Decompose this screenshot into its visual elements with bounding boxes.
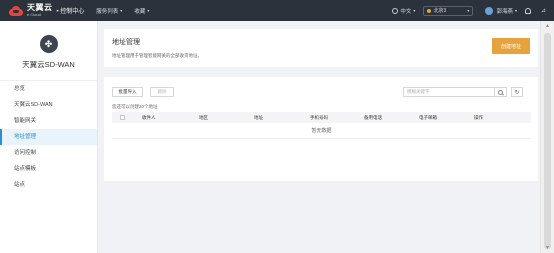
sidebar-item-site-template[interactable]: 站点模板: [0, 161, 97, 177]
sidebar-item-access-control[interactable]: 访问控制: [0, 145, 97, 161]
scroll-up-icon[interactable]: ▲: [545, 23, 550, 29]
page-title: 地址管理: [112, 39, 140, 46]
chevron-down-icon: ▾: [514, 8, 517, 13]
sidebar-menu: 总览 天翼云SD-WAN 智能网关 地址管理 访问控制 站点模板 站点: [0, 81, 97, 193]
select-all-checkbox[interactable]: [120, 115, 125, 120]
bell-icon[interactable]: [524, 7, 531, 14]
globe-icon: [392, 7, 399, 14]
sidebar: ✤ 天翼云SD-WAN 总览 天翼云SD-WAN 智能网关 地址管理 访问控制 …: [0, 21, 98, 253]
quota-text: 您还可以创建20个地址: [112, 104, 158, 109]
nav-service-list[interactable]: 服务列表 ▾: [96, 7, 122, 15]
nav-favorites[interactable]: 收藏 ▾: [134, 7, 149, 15]
console-link[interactable]: • 控制中心: [57, 6, 85, 15]
sidebar-item-site[interactable]: 站点: [0, 177, 97, 193]
cloud-logo-icon: [8, 5, 24, 16]
column-header-recipient: 收件人: [142, 115, 156, 120]
sidebar-item-overview[interactable]: 总览: [0, 81, 97, 97]
column-header-email: 电子邮箱: [419, 115, 437, 120]
chevron-down-icon: ▾: [147, 8, 150, 13]
search-icon: [498, 89, 503, 95]
page-header: 地址管理 地址管理用于管理智能网关的全部收货地址。 创建地址: [104, 29, 538, 67]
product-logo-icon: ✤: [39, 35, 58, 53]
column-header-address: 地址: [254, 115, 263, 120]
page-description: 地址管理用于管理智能网关的全部收货地址。: [112, 53, 202, 58]
column-header-region: 地区: [199, 115, 208, 120]
refresh-icon: ↻: [514, 89, 520, 96]
column-header-mobile: 手机号码: [310, 115, 328, 120]
vertical-scrollbar[interactable]: ▲ ▼: [540, 21, 554, 253]
chevron-down-icon: ▾: [120, 8, 123, 13]
delete-button[interactable]: 删除: [150, 87, 174, 97]
language-selector[interactable]: 中文 ▾: [392, 7, 415, 15]
empty-state: 暂无数据: [112, 123, 531, 139]
brand-name: 天翼云: [27, 3, 53, 12]
create-address-button[interactable]: 创建地址: [492, 38, 530, 54]
chevron-down-icon: ▾: [413, 8, 416, 13]
sidebar-item-sdwan[interactable]: 天翼云SD-WAN: [0, 97, 97, 113]
search-input[interactable]: 模糊关键字: [403, 87, 495, 97]
brand-name-en: e Cloud: [27, 12, 41, 17]
sidebar-item-address-management[interactable]: 地址管理: [0, 129, 97, 145]
column-header-actions: 操作: [474, 115, 483, 120]
column-header-backup-phone: 备用电话: [364, 115, 382, 120]
nav-favorites-label: 收藏: [134, 8, 146, 15]
user-menu[interactable]: 郭海燕 ▾: [485, 6, 517, 15]
refresh-button[interactable]: ↻: [511, 87, 523, 97]
region-label: 北京3: [433, 8, 447, 14]
address-table: 收件人 地区 地址 手机号码 备用电话 电子邮箱 操作 暂无数据: [112, 112, 531, 139]
chevron-down-icon: ▾: [467, 8, 470, 13]
top-navigation-bar: 天翼云 e Cloud • 控制中心 服务列表 ▾ 收藏 ▾ 中文 ▾ 北京3 …: [0, 0, 554, 21]
search-button[interactable]: [495, 87, 507, 97]
sidebar-item-smart-gateway[interactable]: 智能网关: [0, 113, 97, 129]
scroll-down-icon[interactable]: ▼: [545, 245, 550, 251]
rss-icon[interactable]: ⊿: [541, 7, 546, 14]
user-name: 郭海燕: [496, 8, 513, 15]
main-content: 地址管理 地址管理用于管理智能网关的全部收货地址。 创建地址 批量导入 删除 模…: [98, 21, 540, 253]
table-header: 收件人 地区 地址 手机号码 备用电话 电子邮箱 操作: [112, 112, 531, 123]
location-pin-icon: [427, 8, 432, 13]
region-selector[interactable]: 北京3 ▾: [423, 5, 474, 16]
avatar: [485, 6, 494, 15]
language-label: 中文: [400, 8, 412, 15]
batch-import-button[interactable]: 批量导入: [112, 87, 143, 97]
nav-service-list-label: 服务列表: [96, 8, 119, 15]
address-list-panel: 批量导入 删除 模糊关键字 ↻ 您还可以创建20个地址 收件人 地区 地址 手机…: [104, 77, 538, 181]
scrollbar-thumb[interactable]: [544, 33, 551, 249]
sidebar-title: 天翼云SD-WAN: [22, 60, 75, 69]
brand-logo[interactable]: 天翼云 e Cloud: [8, 4, 53, 17]
